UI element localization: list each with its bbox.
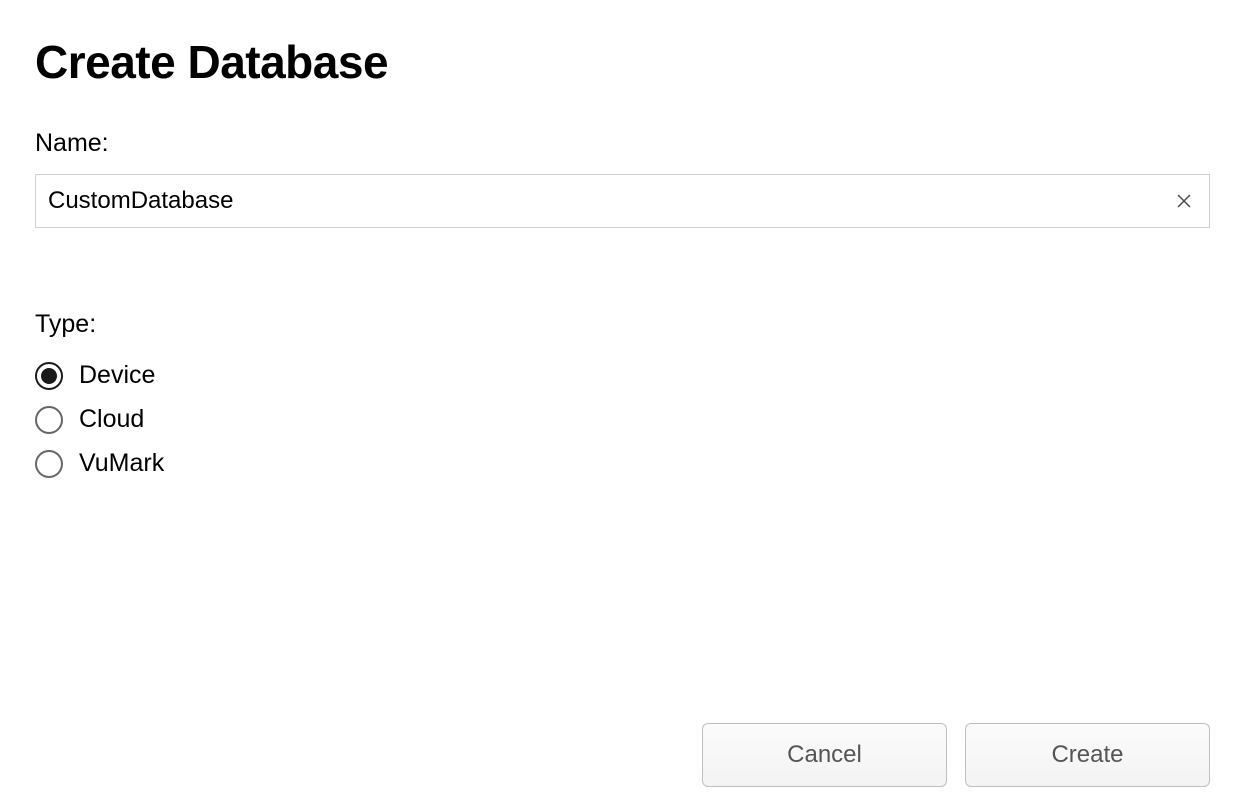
- type-label: Type:: [35, 310, 1210, 339]
- cancel-button[interactable]: Cancel: [702, 723, 947, 787]
- name-input[interactable]: [35, 174, 1210, 228]
- name-label: Name:: [35, 129, 1210, 158]
- button-row: Cancel Create: [702, 723, 1210, 787]
- radio-option-device[interactable]: Device: [35, 361, 1210, 390]
- page-title: Create Database: [35, 35, 1210, 89]
- type-radio-group: Device Cloud VuMark: [35, 361, 1210, 478]
- clear-input-icon[interactable]: [1174, 191, 1194, 211]
- radio-option-cloud[interactable]: Cloud: [35, 405, 1210, 434]
- radio-icon: [35, 362, 63, 390]
- radio-icon: [35, 406, 63, 434]
- radio-label: VuMark: [79, 449, 164, 478]
- create-button[interactable]: Create: [965, 723, 1210, 787]
- name-input-wrapper: [35, 174, 1210, 228]
- radio-icon: [35, 450, 63, 478]
- radio-label: Device: [79, 361, 155, 390]
- radio-label: Cloud: [79, 405, 144, 434]
- radio-option-vumark[interactable]: VuMark: [35, 449, 1210, 478]
